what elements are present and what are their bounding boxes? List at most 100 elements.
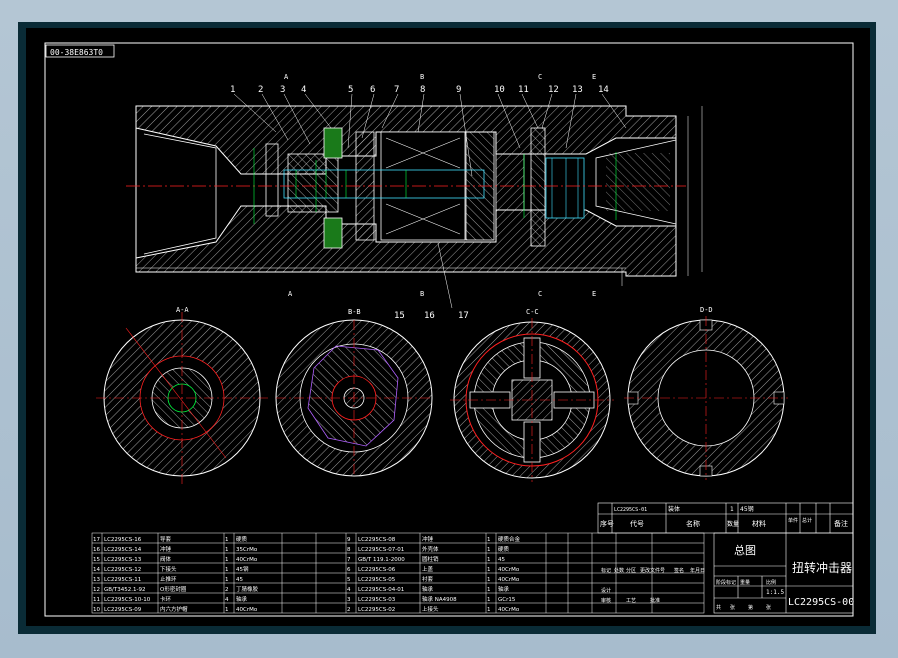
parts-cell-code: LC2295CS-09 (104, 607, 142, 613)
parts-cell-qty: 1 (225, 577, 229, 583)
proc-file: 更改文件号 (640, 567, 665, 574)
parts-cell-name: 外壳体 (422, 545, 439, 553)
product-name: 扭转冲击器 (792, 560, 852, 575)
parts-cell-qty: 1 (225, 567, 229, 573)
parts-cell-no: 12 (93, 587, 100, 593)
parts-cell-name: 止推环 (160, 575, 177, 583)
parts-cell-code: LC2295CS-04-01 (358, 587, 404, 593)
tb-header-v3: 1 (730, 506, 734, 513)
parts-cell-code: LC2295CS-10-10 (104, 597, 151, 603)
parts-cell-no: 3 (347, 597, 351, 603)
tb-col-name: 名称 (686, 519, 700, 528)
tb-col-code: 代号 (630, 519, 644, 528)
parts-cell-code: LC2295CS-07-01 (358, 547, 404, 553)
leader-8: 8 (420, 85, 425, 95)
sign-process: 工艺 (626, 598, 636, 604)
sheet-total-unit: 张 (730, 604, 735, 611)
parts-cell-qty: 1 (487, 607, 491, 613)
leader-9: 9 (456, 85, 461, 95)
parts-cell-mat: 45 (498, 557, 505, 563)
sheet-no-unit: 张 (766, 604, 771, 611)
proc-zone: 分区 (626, 567, 636, 574)
sheet-no-label: 第 (748, 604, 753, 611)
tb-header-v2: 装体 (668, 505, 680, 513)
parts-cell-name: 轴承 (422, 585, 434, 593)
tb-col-total: 总计 (802, 517, 812, 524)
parts-cell-code: LC2295CS-13 (104, 557, 142, 563)
parts-cell-code: LC2295CS-03 (358, 597, 396, 603)
parts-cell-code: LC2295CS-05 (358, 577, 396, 583)
parts-cell-mat: 40CrMo (498, 577, 520, 583)
main-section-view (126, 105, 703, 286)
leader-3: 3 (280, 85, 285, 95)
cut-mark-b1: B (420, 73, 424, 81)
leader-4: 4 (301, 85, 306, 95)
stamp-text: 00-38E863T0 (50, 48, 103, 57)
cut-mark-e2: E (592, 290, 596, 298)
parts-cell-no: 2 (347, 607, 351, 613)
parts-cell-code: LC2295CS-11 (104, 577, 141, 583)
parts-cell-mat: 轴承 (498, 585, 510, 593)
parts-cell-qty: 1 (487, 537, 491, 543)
sheet-total-label: 共 (716, 604, 721, 611)
tb-col-mat: 材料 (752, 519, 766, 528)
parts-cell-qty: 1 (487, 597, 491, 603)
weight-label: 重量 (740, 579, 750, 586)
parts-cell-no: 16 (93, 547, 100, 553)
parts-cell-code: LC2295CS-12 (104, 567, 141, 573)
parts-cell-qty: 1 (487, 567, 491, 573)
parts-cell-name: 轴承 NA4908 (422, 595, 457, 603)
parts-cell-code: LC2295CS-06 (358, 567, 396, 573)
parts-cell-name: 内六方护帽 (160, 605, 188, 613)
parts-cell-code: LC2295CS-02 (358, 607, 395, 613)
parts-cell-qty: 2 (225, 587, 229, 593)
parts-list-text: 17 LC2295CS-16 导套 1 硬质16 LC2295CS-14 冲锤 1 35CrMo… (93, 535, 521, 613)
leader-10: 10 (494, 85, 505, 95)
parts-cell-qty: 1 (225, 547, 229, 553)
parts-cell-no: 13 (93, 577, 100, 583)
parts-cell-qty: 1 (225, 557, 229, 563)
leader-12: 12 (548, 85, 559, 95)
sign-review: 审核 (601, 597, 611, 604)
parts-cell-mat: 40CrMo (236, 607, 258, 613)
parts-cell-code: LC2295CS-08 (358, 537, 396, 543)
parts-cell-qty: 1 (487, 557, 491, 563)
scale-label: 比例 (766, 579, 776, 586)
parts-cell-no: 17 (93, 537, 100, 543)
parts-list (91, 532, 705, 614)
leader-13: 13 (572, 85, 583, 95)
cut-mark-b2: B (420, 290, 424, 298)
tb-col-qty: 数量 (727, 520, 739, 528)
sign-design: 设计 (601, 587, 611, 594)
cut-mark-e1: E (592, 73, 596, 81)
section-title-b: B-B (348, 308, 361, 316)
sign-approve: 批准 (650, 597, 660, 604)
tb-header-v4: 45钢 (740, 505, 754, 513)
parts-cell-qty: 1 (225, 537, 229, 543)
parts-cell-mat: 轴承 (236, 595, 248, 603)
proc-mark: 标记 (601, 567, 611, 574)
parts-cell-mat: 45 (236, 577, 243, 583)
stage-mark-label: 阶段标记 (716, 579, 736, 586)
tb-col-unit: 单件 (788, 517, 798, 524)
parts-cell-no: 14 (93, 567, 100, 573)
drawing-number: LC2295CS-00 (788, 597, 854, 608)
cad-drawing: 00-38E863T0 1 2 3 4 5 6 7 8 9 10 11 12 1… (44, 42, 854, 617)
parts-cell-name: 圆柱销 (422, 555, 439, 563)
parts-cell-name: 冲锤 (160, 545, 172, 553)
leader-16: 16 (424, 311, 435, 321)
cut-mark-a2: A (288, 290, 293, 298)
parts-cell-mat: 硬质合金 (498, 535, 521, 543)
section-c-c: C-C (450, 308, 614, 482)
leader-17: 17 (458, 311, 469, 321)
tb-header-code: LC2295CS-01 (614, 507, 647, 513)
section-a-a: A-A (96, 306, 268, 484)
parts-cell-mat: 硬质 (236, 535, 248, 543)
parts-cell-mat: 40CrMo (498, 607, 520, 613)
parts-cell-code: GB/T 119.1-2000 (358, 557, 405, 563)
proc-count: 处数 (614, 567, 624, 574)
parts-cell-name: 冲锤 (422, 535, 434, 543)
cut-mark-c1: C (538, 73, 542, 81)
parts-cell-no: 7 (347, 557, 351, 563)
parts-cell-no: 5 (347, 577, 351, 583)
